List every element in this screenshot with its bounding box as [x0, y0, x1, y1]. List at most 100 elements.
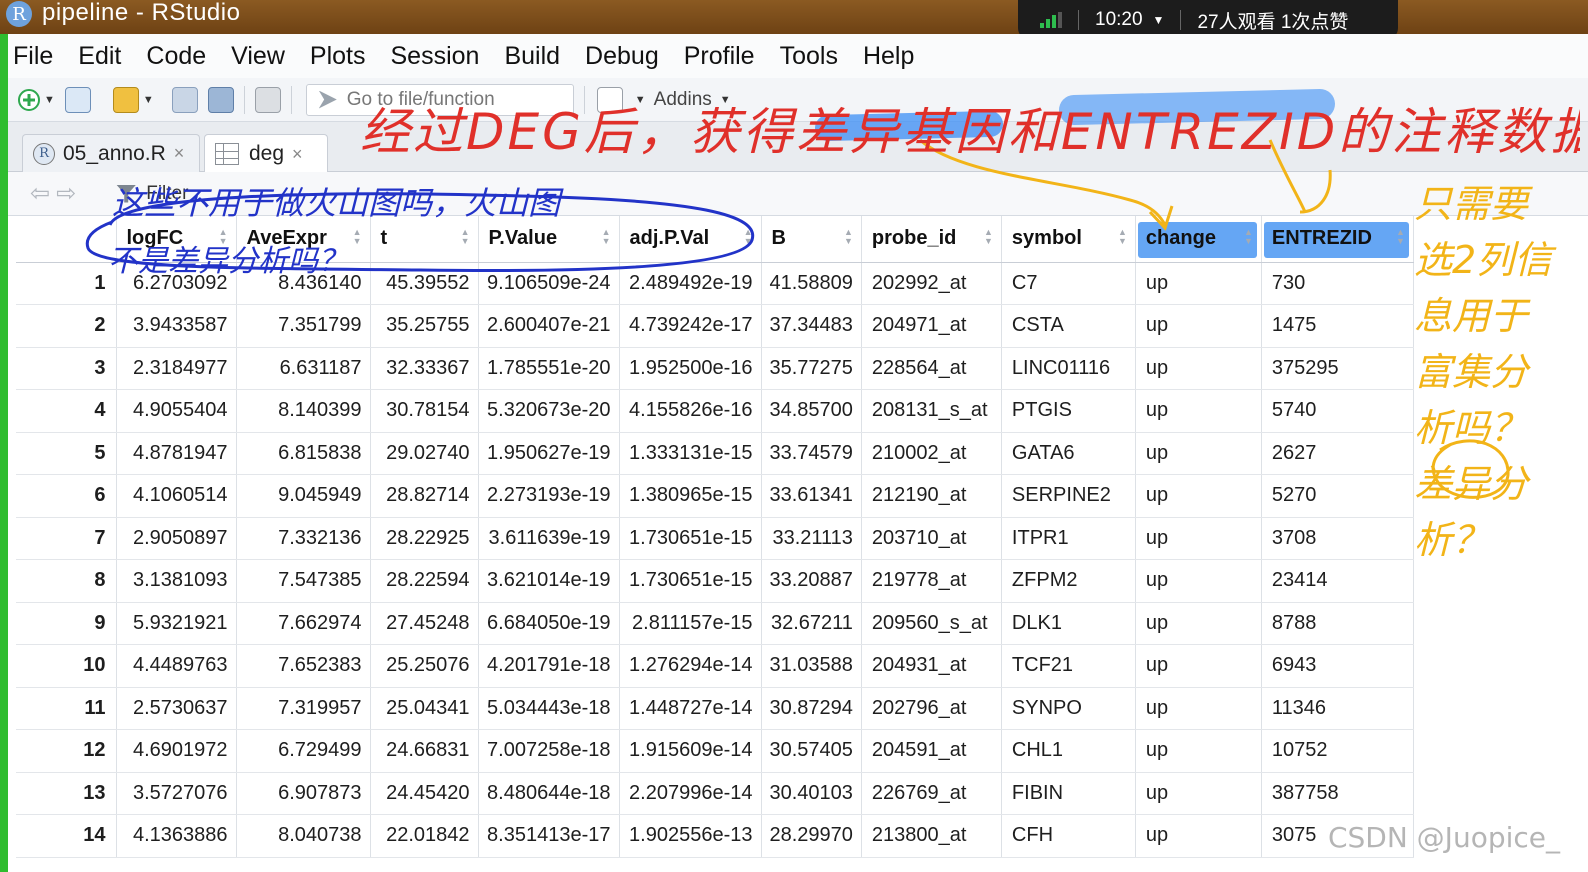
menu-view[interactable]: View	[231, 42, 285, 71]
go-arrow-icon	[318, 90, 337, 109]
sort-icon[interactable]: ▲ ▼	[353, 228, 362, 246]
table-cell: ITPR1	[1001, 517, 1136, 560]
sort-icon[interactable]: ▲ ▼	[1244, 228, 1253, 246]
sort-icon[interactable]: ▲ ▼	[461, 228, 470, 246]
column-header-adjpval[interactable]: adj.P.Val ▲ ▼	[619, 216, 762, 263]
menu-session[interactable]: Session	[391, 42, 480, 71]
table-cell: 5.320673e-20	[478, 389, 620, 433]
sort-icon[interactable]: ▲ ▼	[1118, 228, 1127, 246]
tab-label: deg	[249, 142, 285, 165]
table-cell: 2.489492e-19	[619, 262, 762, 305]
table-cell: 9.106509e-24	[478, 262, 620, 305]
table-cell: 4.1060514	[116, 474, 237, 518]
menu-tools[interactable]: Tools	[780, 42, 838, 71]
table-cell: 2.3184977	[116, 347, 237, 390]
sort-icon[interactable]: ▲ ▼	[602, 228, 611, 246]
table-row: 12 4.6901972 6.729499 24.66831 7.007258e-18 1…	[16, 729, 1414, 773]
table-cell: up	[1135, 304, 1262, 348]
row-number: 12	[16, 729, 117, 773]
table-cell: 28.22594	[370, 559, 479, 603]
right-note: 只需要选2列信息用于富集分析吗？差异分析？	[1414, 182, 1553, 562]
table-cell: up	[1135, 814, 1262, 858]
row-number: 14	[16, 814, 117, 858]
menu-plots[interactable]: Plots	[310, 42, 366, 71]
rstudio-logo-icon: R	[6, 1, 32, 27]
column-header-symbol[interactable]: symbol ▲ ▼	[1001, 216, 1136, 263]
table-cell: 7.662974	[236, 602, 371, 645]
r-file-icon: R	[33, 142, 55, 165]
column-header-rownames[interactable]	[16, 216, 117, 263]
column-header-b[interactable]: B ▲ ▼	[761, 216, 862, 263]
forward-arrow-icon[interactable]: ⇨	[56, 179, 76, 208]
menu-debug[interactable]: Debug	[585, 42, 659, 71]
print-icon[interactable]	[254, 86, 281, 113]
table-cell: up	[1135, 644, 1262, 688]
sort-icon[interactable]: ▲ ▼	[844, 228, 853, 246]
row-number: 7	[16, 517, 117, 560]
chevron-down-icon[interactable]: ▼	[44, 94, 55, 106]
column-header-change[interactable]: change ▲ ▼	[1135, 216, 1262, 263]
table-cell: 5.034443e-18	[478, 687, 620, 730]
back-arrow-icon[interactable]: ⇦	[30, 179, 50, 208]
column-header-probe-id[interactable]: probe_id ▲ ▼	[861, 216, 1002, 263]
save-all-icon[interactable]	[207, 86, 234, 113]
sort-icon[interactable]: ▲ ▼	[984, 228, 993, 246]
save-icon[interactable]	[171, 86, 198, 113]
table-cell: 7.652383	[236, 644, 371, 688]
new-project-icon[interactable]	[64, 86, 91, 113]
table-cell: 6943	[1261, 644, 1414, 688]
table-cell: 228564_at	[861, 347, 1002, 390]
close-icon[interactable]: ×	[292, 144, 303, 165]
table-cell: 33.74579	[761, 432, 862, 475]
table-cell: 3.9433587	[116, 304, 237, 348]
new-file-icon[interactable]	[18, 88, 40, 111]
row-number: 6	[16, 474, 117, 518]
deg-table: logFC ▲ ▼ AveExpr ▲ ▼ t ▲ ▼ P.Value ▲ ▼ adj.P.Va…	[16, 216, 1414, 858]
table-cell: 4.1363886	[116, 814, 237, 858]
table-row: 13 3.5727076 6.907873 24.45420 8.480644e-18 2…	[16, 772, 1414, 815]
table-row: 14 4.1363886 8.040738 22.01842 8.351413e-17 1…	[16, 814, 1414, 858]
table-cell: CSTA	[1001, 304, 1136, 348]
table-cell: 25.04341	[370, 687, 479, 730]
table-cell: 30.87294	[761, 687, 862, 730]
column-header-label: adj.P.Val	[629, 227, 710, 250]
menu-file[interactable]: File	[13, 42, 53, 71]
row-number: 1	[16, 262, 117, 305]
table-cell: 4.6901972	[116, 729, 237, 773]
tab-deg[interactable]: deg ×	[204, 134, 328, 173]
table-cell: TCF21	[1001, 644, 1136, 688]
menu-code[interactable]: Code	[146, 42, 206, 71]
menu-edit[interactable]: Edit	[78, 42, 121, 71]
menu-help[interactable]: Help	[863, 42, 914, 71]
table-cell: 6.907873	[236, 772, 371, 815]
table-cell: 8.480644e-18	[478, 772, 620, 815]
column-header-label: t	[380, 227, 388, 250]
table-cell: 6.631187	[236, 347, 371, 390]
table-cell: 1.380965e-15	[619, 474, 762, 518]
table-cell: up	[1135, 602, 1262, 645]
tab-05-anno[interactable]: R 05_anno.R ×	[22, 134, 200, 172]
chevron-down-icon[interactable]: ▼	[1153, 13, 1165, 27]
table-cell: 8.040738	[236, 814, 371, 858]
column-header-entrezid[interactable]: ENTREZID ▲ ▼	[1261, 216, 1414, 263]
table-cell: FIBIN	[1001, 772, 1136, 815]
table-cell: 1.276294e-14	[619, 644, 762, 688]
sort-icon[interactable]: ▲ ▼	[1396, 228, 1405, 246]
chevron-down-icon[interactable]: ▼	[143, 94, 154, 106]
sort-icon[interactable]: ▲ ▼	[744, 228, 753, 246]
left-edge-bar	[0, 34, 8, 872]
row-number: 10	[16, 644, 117, 688]
table-cell: 3.1381093	[116, 559, 237, 603]
close-icon[interactable]: ×	[174, 143, 185, 164]
table-cell: 7.547385	[236, 559, 371, 603]
table-cell: up	[1135, 474, 1262, 518]
overlay-divider	[1078, 10, 1079, 30]
open-folder-icon[interactable]	[112, 86, 139, 113]
menu-build[interactable]: Build	[504, 42, 560, 71]
table-cell: up	[1135, 772, 1262, 815]
table-cell: up	[1135, 559, 1262, 603]
table-cell: 3.621014e-19	[478, 559, 620, 603]
table-cell: 11346	[1261, 687, 1414, 730]
row-number: 2	[16, 304, 117, 348]
menu-profile[interactable]: Profile	[684, 42, 755, 71]
